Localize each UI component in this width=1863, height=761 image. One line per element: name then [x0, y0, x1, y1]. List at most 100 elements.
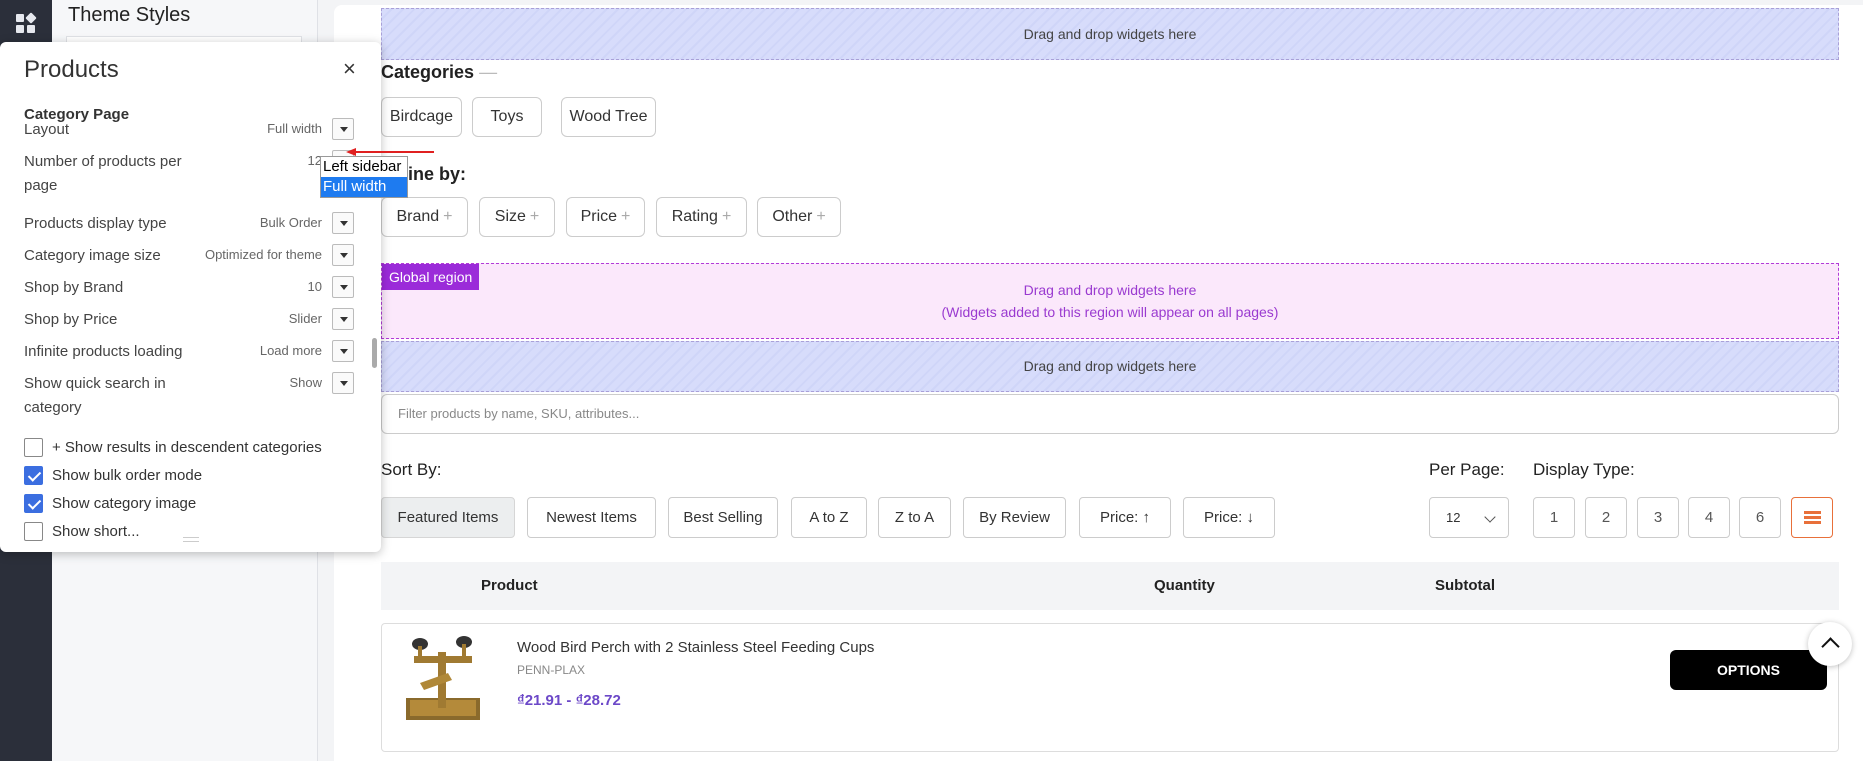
setting-value: Bulk Order — [259, 215, 322, 230]
setting-label: Number of products per page — [24, 153, 182, 194]
close-icon[interactable]: × — [343, 58, 356, 80]
display-type-button[interactable]: 3 — [1637, 497, 1679, 538]
search-placeholder: Filter products by name, SKU, attributes… — [398, 406, 640, 421]
checkbox-label: Show short... — [52, 523, 140, 540]
filter-label: Brand — [396, 208, 440, 225]
display-type-list-button[interactable] — [1791, 497, 1833, 538]
sort-option-button[interactable]: By Review — [963, 497, 1066, 538]
category-chip[interactable]: Toys — [472, 97, 542, 137]
resize-handle-icon[interactable] — [183, 537, 199, 542]
dropzone-middle[interactable]: Drag and drop widgets here — [381, 341, 1839, 392]
setting-value: Show — [289, 375, 322, 390]
chevron-down-icon — [1484, 511, 1496, 523]
global-region[interactable]: Global region Drag and drop widgets here… — [381, 263, 1839, 339]
options-button[interactable]: OPTIONS — [1670, 650, 1827, 690]
setting-label: Shop by Price — [24, 311, 118, 328]
setting-dropdown-button[interactable] — [332, 212, 354, 234]
filter-label: Other — [772, 208, 813, 225]
refine-filter-chip[interactable]: Size + — [479, 197, 555, 237]
sort-option-button[interactable]: Z to A — [878, 497, 951, 538]
setting-value: Slider — [288, 311, 322, 326]
sort-option-button[interactable]: Price: ↓ — [1183, 497, 1275, 538]
per-page-value: 12 — [1446, 510, 1461, 525]
popover-scrollbar[interactable] — [372, 338, 377, 368]
product-brand: PENN-PLAX — [517, 663, 586, 677]
dropdown-option-full-width[interactable]: Full width — [321, 177, 407, 197]
setting-label: Infinite products loading — [24, 343, 183, 360]
category-chip[interactable]: Wood Tree — [561, 97, 656, 137]
sort-option-button[interactable]: Newest Items — [527, 497, 656, 538]
refine-filter-chip[interactable]: Rating + — [656, 197, 747, 237]
global-region-text: Drag and drop widgets here — [1023, 282, 1197, 298]
setting-dropdown-button[interactable] — [332, 372, 354, 394]
list-view-icon — [1804, 511, 1821, 525]
setting-label: Category image size — [24, 247, 161, 264]
setting-dropdown-button[interactable] — [332, 308, 354, 330]
setting-label: Products display type — [24, 215, 167, 232]
product-name[interactable]: Wood Bird Perch with 2 Stainless Steel F… — [517, 639, 874, 656]
checkbox-label: Show bulk order mode — [52, 467, 203, 484]
popover-title: Products — [24, 56, 119, 83]
product-row: Wood Bird Perch with 2 Stainless Steel F… — [381, 623, 1839, 752]
checkbox-label: Show category image — [52, 495, 197, 512]
setting-dropdown-button[interactable] — [332, 118, 354, 140]
products-settings-popover: Products × Category Page Layout Full widt… — [0, 42, 381, 552]
dropzone-text: Drag and drop widgets here — [1023, 358, 1197, 374]
header-quantity: Quantity — [1154, 577, 1215, 594]
global-region-note: (Widgets added to this region will appea… — [941, 304, 1279, 320]
display-type-label: Display Type: — [1533, 460, 1635, 479]
product-price: ₫21.91 - ₫28.72 — [517, 692, 621, 709]
product-filter-input[interactable]: Filter products by name, SKU, attributes… — [381, 394, 1839, 434]
filter-label: Rating — [671, 208, 718, 225]
product-table-header: Product Quantity Subtotal — [381, 562, 1839, 610]
checkbox[interactable] — [24, 494, 43, 513]
per-page-select[interactable]: 12 — [1429, 497, 1509, 538]
setting-value: Full width — [267, 121, 322, 136]
refine-filter-chip[interactable]: Price + — [566, 197, 645, 237]
checkbox[interactable] — [24, 466, 43, 485]
setting-label: Shop by Brand — [24, 279, 124, 296]
display-type-button[interactable]: 2 — [1585, 497, 1627, 538]
sort-option-button[interactable]: Best Selling — [668, 497, 778, 538]
display-type-button[interactable]: 6 — [1739, 497, 1781, 538]
editor-title: Theme Styles — [68, 4, 191, 26]
filter-label: Size — [494, 208, 526, 225]
category-chip[interactable]: Birdcage — [381, 97, 462, 137]
layout-dropdown-list: Left sidebar Full width — [320, 156, 408, 198]
header-subtotal: Subtotal — [1435, 577, 1495, 594]
display-type-button[interactable]: 4 — [1688, 497, 1730, 538]
annotation-arrow-icon — [346, 148, 434, 156]
plus-icon: + — [721, 208, 732, 225]
setting-label: Layout — [24, 121, 70, 138]
widgets-grid-icon[interactable] — [16, 12, 37, 34]
back-to-top-button[interactable] — [1808, 622, 1852, 666]
refine-by-heading: ine by: — [408, 164, 467, 184]
checkbox-label: + Show results in descendent categories — [52, 439, 322, 456]
refine-filter-chip[interactable]: Other + — [757, 197, 841, 237]
filter-label: Price — [580, 208, 618, 225]
setting-value: Load more — [259, 343, 322, 358]
dropzone-top[interactable]: Drag and drop widgets here — [381, 8, 1839, 60]
per-page-label: Per Page: — [1429, 460, 1505, 479]
sort-option-button[interactable]: Price: ↑ — [1079, 497, 1171, 538]
setting-dropdown-button[interactable] — [332, 276, 354, 298]
plus-icon: + — [621, 208, 631, 225]
setting-dropdown-button[interactable] — [332, 244, 354, 266]
categories-heading: Categories — — [381, 62, 498, 82]
sort-option-button[interactable]: Featured Items — [381, 497, 515, 538]
dropdown-option-left-sidebar[interactable]: Left sidebar — [321, 157, 407, 177]
display-type-button[interactable]: 1 — [1533, 497, 1575, 538]
plus-icon: + — [816, 208, 826, 225]
setting-value: 10 — [307, 279, 322, 294]
checkbox[interactable] — [24, 522, 43, 541]
setting-dropdown-button[interactable] — [332, 340, 354, 362]
sort-by-label: Sort By: — [381, 460, 442, 479]
sort-option-button[interactable]: A to Z — [791, 497, 867, 538]
product-image[interactable] — [400, 628, 486, 732]
plus-icon: + — [529, 208, 540, 225]
setting-label: Show quick search in category — [24, 375, 166, 416]
header-product: Product — [481, 577, 538, 594]
refine-filter-chip[interactable]: Brand + — [381, 197, 468, 237]
checkbox[interactable] — [24, 438, 43, 457]
plus-icon: + — [443, 208, 453, 225]
